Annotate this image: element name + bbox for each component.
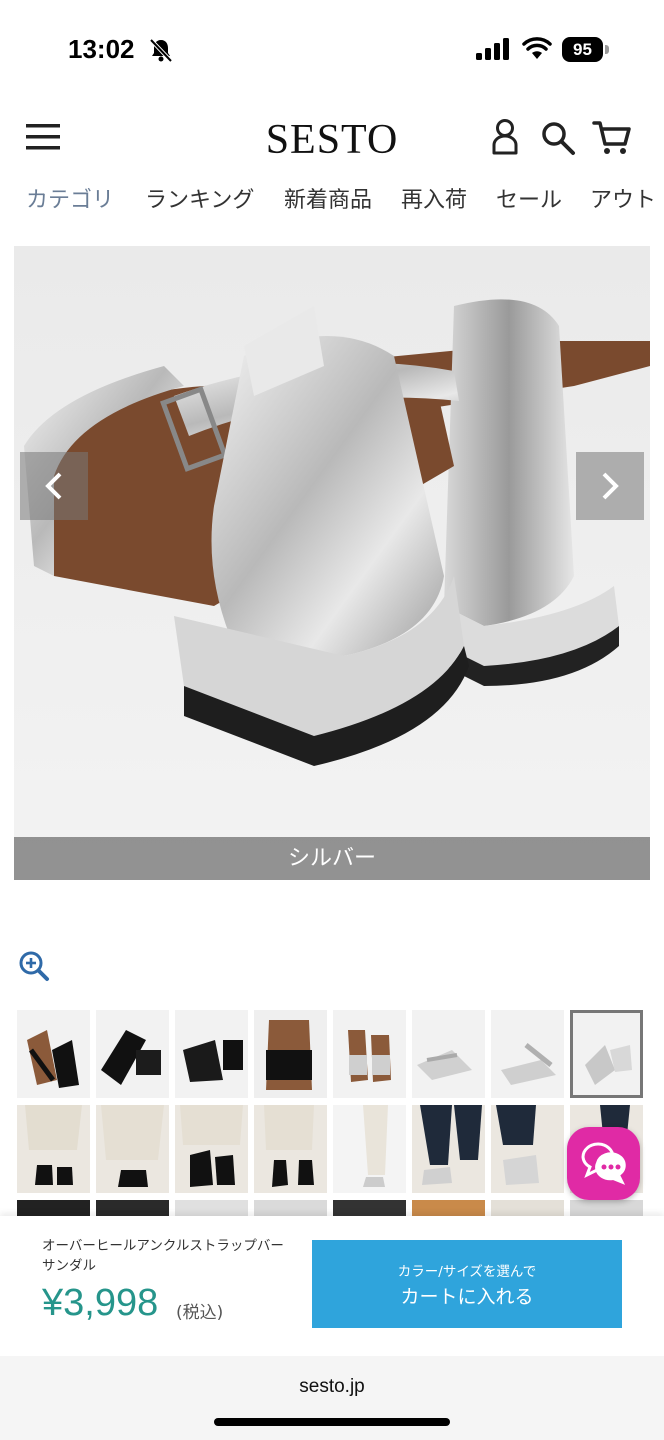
user-icon[interactable]	[490, 118, 520, 156]
thumbnail[interactable]	[254, 1105, 327, 1193]
chat-icon	[581, 1142, 626, 1185]
wifi-icon	[522, 37, 552, 59]
thumbnail-selected[interactable]	[570, 1010, 643, 1098]
thumbnail[interactable]	[412, 1010, 485, 1098]
product-photo	[14, 246, 650, 880]
url-text[interactable]: sesto.jp	[0, 1376, 664, 1398]
chevron-left-icon	[45, 472, 62, 500]
brand-logo[interactable]: SESTO	[232, 116, 432, 164]
thumbnail[interactable]	[17, 1105, 90, 1193]
chevron-right-icon	[602, 472, 619, 500]
tax-note: (税込)	[176, 1303, 224, 1323]
thumbnail[interactable]	[175, 1105, 248, 1193]
thumbnail[interactable]	[254, 1010, 327, 1098]
browser-url-bar[interactable]: sesto.jp	[0, 1356, 664, 1440]
menu-icon[interactable]	[26, 122, 62, 152]
thumbnail[interactable]	[491, 1010, 564, 1098]
home-indicator[interactable]	[214, 1418, 450, 1426]
nav-item-sale[interactable]: セール	[496, 182, 562, 214]
purchase-bar: オーバーヒールアンクルストラップバーサンダル ¥3,998 (税込) カラー/サ…	[0, 1216, 664, 1356]
thumbnail[interactable]	[333, 1105, 406, 1193]
site-header: SESTO カテゴリ ランキング 新着商品 再入荷 セール アウト	[0, 100, 664, 230]
add-to-cart-sublabel: カラー/サイズを選んで	[397, 1264, 537, 1280]
zoom-in-icon[interactable]	[18, 950, 50, 982]
thumbnail[interactable]	[96, 1010, 169, 1098]
nav-item-outlet[interactable]: アウト	[590, 182, 656, 214]
status-time: 13:02	[68, 34, 135, 64]
product-name: オーバーヒールアンクルストラップバーサンダル	[42, 1238, 284, 1274]
chat-button[interactable]	[567, 1127, 640, 1200]
battery-level: 95	[562, 37, 603, 62]
thumbnail[interactable]	[96, 1105, 169, 1193]
nav-item-new-arrivals[interactable]: 新着商品	[284, 182, 372, 214]
add-to-cart-button[interactable]: カラー/サイズを選んで カートに入れる	[312, 1240, 622, 1328]
add-to-cart-label: カートに入れる	[400, 1286, 534, 1308]
thumbnail-grid	[17, 1010, 651, 1288]
thumbnail[interactable]	[333, 1010, 406, 1098]
bell-off-icon	[149, 38, 173, 63]
nav-item-category[interactable]: カテゴリ	[26, 182, 114, 214]
thumbnail[interactable]	[412, 1105, 485, 1193]
thumbnail[interactable]	[491, 1105, 564, 1193]
battery-indicator: 95	[562, 37, 610, 62]
nav-item-restock[interactable]: 再入荷	[401, 182, 467, 214]
battery-tip	[605, 45, 609, 54]
signal-icon	[476, 38, 509, 60]
status-bar: 13:02 95	[0, 0, 664, 100]
search-icon[interactable]	[540, 120, 576, 156]
category-nav: カテゴリ ランキング 新着商品 再入荷 セール アウト	[0, 182, 664, 218]
thumbnail[interactable]	[175, 1010, 248, 1098]
cart-icon[interactable]	[592, 120, 632, 156]
image-caption: シルバー	[14, 837, 650, 880]
gallery-next-button[interactable]	[576, 452, 644, 520]
product-image-gallery[interactable]: シルバー	[14, 246, 650, 880]
gallery-prev-button[interactable]	[20, 452, 88, 520]
product-price: ¥3,998	[42, 1282, 159, 1324]
thumbnail[interactable]	[17, 1010, 90, 1098]
nav-item-ranking[interactable]: ランキング	[145, 182, 254, 214]
